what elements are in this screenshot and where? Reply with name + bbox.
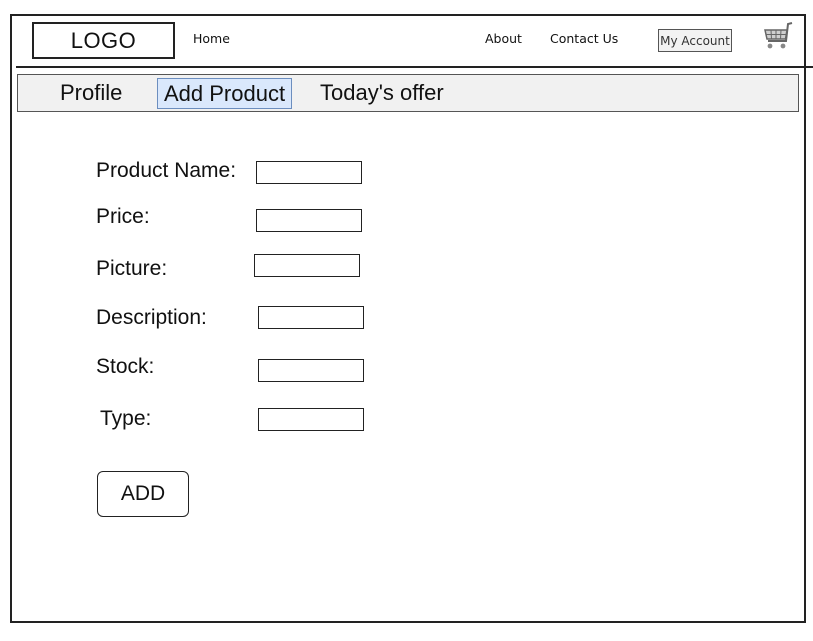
stock-input[interactable] (258, 359, 364, 382)
type-label: Type: (100, 407, 152, 430)
price-input[interactable] (256, 209, 362, 232)
add-button[interactable]: ADD (97, 471, 189, 517)
tab-profile[interactable]: Profile (60, 79, 122, 107)
price-label: Price: (96, 205, 150, 228)
description-input[interactable] (258, 306, 364, 329)
description-label: Description: (96, 306, 207, 329)
product-name-input[interactable] (256, 161, 362, 184)
tab-add-product[interactable]: Add Product (157, 78, 293, 109)
my-account-button[interactable]: My Account (658, 29, 732, 52)
nav-link-contact[interactable]: Contact Us (550, 31, 618, 46)
product-name-label: Product Name: (96, 159, 237, 182)
tab-todays-offer[interactable]: Today's offer (320, 79, 444, 107)
picture-label: Picture: (96, 257, 168, 280)
nav-link-about[interactable]: About (485, 31, 522, 46)
picture-input[interactable] (254, 254, 360, 277)
type-input[interactable] (258, 408, 364, 431)
shopping-cart-icon[interactable] (762, 21, 794, 53)
stock-label: Stock: (96, 355, 155, 378)
logo[interactable]: LOGO (32, 22, 175, 59)
nav-link-home[interactable]: Home (193, 31, 230, 46)
header-divider (16, 66, 813, 68)
